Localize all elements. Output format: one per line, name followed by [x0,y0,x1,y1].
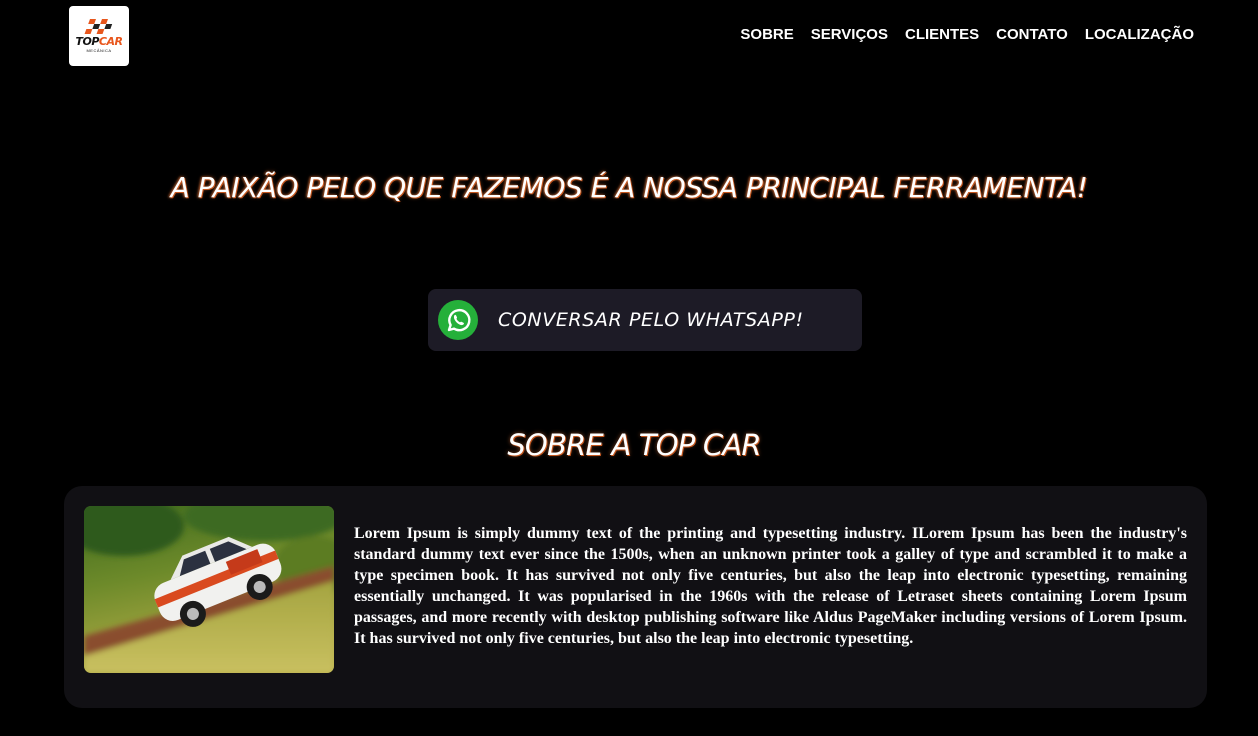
whatsapp-button-label: CONVERSAR PELO WHATSAPP! [498,309,804,331]
nav-link-localizacao[interactable]: LOCALIZAÇÃO [1085,26,1194,43]
about-text: Lorem Ipsum is simply dummy text of the … [354,525,1187,647]
about-section-title: SOBRE A TOP CAR [507,428,761,462]
about-card: Lorem Ipsum is simply dummy text of the … [64,486,1207,708]
nav-link-clientes[interactable]: CLIENTES [905,26,979,43]
nav-link-contato[interactable]: CONTATO [996,26,1068,43]
nav-link-servicos[interactable]: SERVIÇOS [811,26,888,43]
logo-wordmark: TOPCAR [75,35,123,48]
whatsapp-button[interactable]: CONVERSAR PELO WHATSAPP! [428,289,862,351]
nav-link-sobre[interactable]: SOBRE [740,26,793,43]
logo[interactable]: TOPCAR MECÂNICA [69,6,129,66]
rally-car-photo [84,506,334,673]
logo-subtitle: MECÂNICA [86,48,112,53]
whatsapp-icon [438,300,478,340]
main-nav: SOBRE SERVIÇOS CLIENTES CONTATO LOCALIZA… [740,26,1194,43]
hero-headline: A PAIXÃO PELO QUE FAZEMOS É A NOSSA PRIN… [170,171,1088,204]
checkered-flag-icon [84,19,113,34]
